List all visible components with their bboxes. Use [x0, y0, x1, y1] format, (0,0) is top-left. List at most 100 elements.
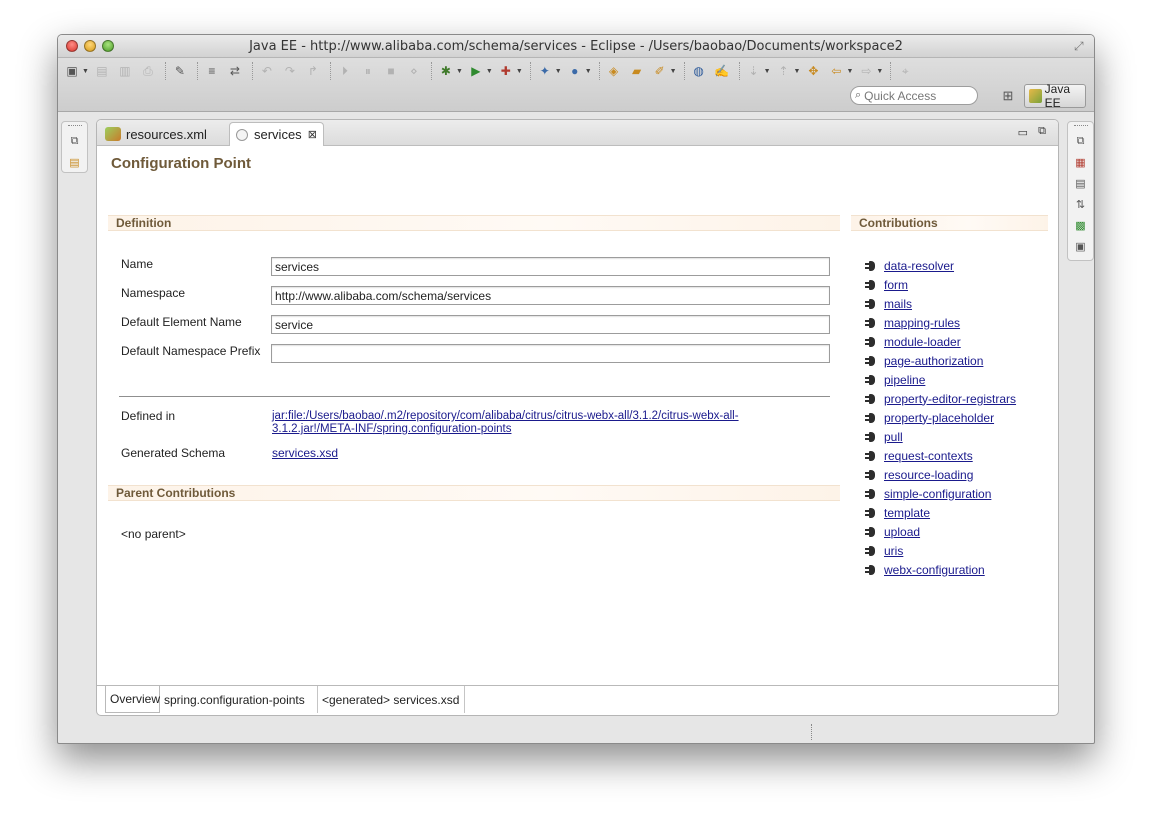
- skip-breakpoints-icon[interactable]: ✎: [170, 62, 190, 80]
- chevron-down-icon[interactable]: ▼: [670, 68, 677, 75]
- contribution-link[interactable]: module-loader: [884, 335, 961, 349]
- resume-icon[interactable]: ⏵: [335, 62, 355, 80]
- servers-icon[interactable]: ▩: [1072, 217, 1090, 233]
- contribution-link[interactable]: webx-configuration: [884, 563, 985, 577]
- contribution-link[interactable]: uris: [884, 544, 903, 558]
- outline-icon[interactable]: ▦: [1072, 154, 1090, 170]
- contribution-link[interactable]: mapping-rules: [884, 316, 960, 330]
- markers-icon[interactable]: ⇅: [1072, 196, 1090, 212]
- list-item[interactable]: template: [865, 503, 1016, 522]
- chevron-down-icon[interactable]: ▼: [585, 68, 592, 75]
- restore-icon[interactable]: ⧉: [66, 133, 84, 149]
- contribution-link[interactable]: data-resolver: [884, 259, 954, 273]
- restore-icon[interactable]: ⧉: [1072, 133, 1090, 149]
- tab-services[interactable]: services ⊠: [229, 122, 324, 146]
- properties-icon[interactable]: ▣: [1072, 238, 1090, 254]
- namespace-field[interactable]: [271, 286, 830, 305]
- debug-icon[interactable]: ✱: [436, 62, 456, 80]
- suspend-icon[interactable]: ⏸: [358, 62, 378, 80]
- perspective-java-ee-button[interactable]: Java EE: [1024, 82, 1086, 110]
- list-item[interactable]: data-resolver: [865, 256, 1016, 275]
- task-list-icon[interactable]: ▤: [1072, 175, 1090, 191]
- list-item[interactable]: request-contexts: [865, 446, 1016, 465]
- close-icon[interactable]: ⊠: [308, 128, 317, 141]
- project-explorer-icon[interactable]: ▤: [66, 154, 84, 170]
- terminate-icon[interactable]: ■: [381, 62, 401, 80]
- contribution-link[interactable]: upload: [884, 525, 920, 539]
- contribution-link[interactable]: page-authorization: [884, 354, 983, 368]
- list-item[interactable]: webx-configuration: [865, 560, 1016, 579]
- trim-grip[interactable]: [1073, 125, 1088, 128]
- contribution-link[interactable]: request-contexts: [884, 449, 973, 463]
- format-icon[interactable]: ⇄: [225, 62, 245, 80]
- contribution-link[interactable]: template: [884, 506, 930, 520]
- contribution-link[interactable]: property-editor-registrars: [884, 392, 1016, 406]
- list-item[interactable]: page-authorization: [865, 351, 1016, 370]
- previous-annotation-icon[interactable]: ⇡: [774, 62, 794, 80]
- chevron-down-icon[interactable]: ▼: [764, 68, 771, 75]
- last-edit-icon[interactable]: ✥: [803, 62, 823, 80]
- chevron-down-icon[interactable]: ▼: [876, 68, 883, 75]
- chevron-down-icon[interactable]: ▼: [456, 68, 463, 75]
- open-folder-icon[interactable]: ▰: [627, 62, 647, 80]
- pin-editor-icon[interactable]: ⌖: [895, 62, 915, 80]
- toggle-mark-icon[interactable]: ≡: [202, 62, 222, 80]
- fullscreen-icon[interactable]: ⤢: [1074, 39, 1088, 53]
- disconnect-icon[interactable]: ⋄: [404, 62, 424, 80]
- default-element-name-field[interactable]: [271, 315, 830, 334]
- chevron-down-icon[interactable]: ▼: [516, 68, 523, 75]
- contribution-link[interactable]: form: [884, 278, 908, 292]
- run-icon[interactable]: ▶: [466, 62, 486, 80]
- open-perspective-icon[interactable]: ⊞: [998, 87, 1018, 105]
- save-all-icon[interactable]: ▥: [115, 62, 135, 80]
- parent-contributions-section-header[interactable]: Parent Contributions: [108, 485, 840, 501]
- quick-access-field[interactable]: ⌕ Quick Access: [850, 86, 978, 105]
- list-item[interactable]: property-placeholder: [865, 408, 1016, 427]
- chevron-down-icon[interactable]: ▼: [794, 68, 801, 75]
- name-field[interactable]: [271, 257, 830, 276]
- redo-icon[interactable]: ↷: [280, 62, 300, 80]
- list-item[interactable]: form: [865, 275, 1016, 294]
- back-icon[interactable]: ⇦: [826, 62, 846, 80]
- globe-icon[interactable]: ◍: [689, 62, 709, 80]
- list-item[interactable]: mapping-rules: [865, 313, 1016, 332]
- defined-in-link[interactable]: jar:file:/Users/baobao/.m2/repository/co…: [272, 410, 802, 436]
- tab-generated-services-xsd[interactable]: <generated> services.xsd: [318, 686, 465, 713]
- step-icon[interactable]: ↱: [303, 62, 323, 80]
- save-icon[interactable]: ▤: [92, 62, 112, 80]
- tab-resources-xml[interactable]: resources.xml: [99, 122, 229, 146]
- default-namespace-prefix-field[interactable]: [271, 344, 830, 363]
- list-item[interactable]: upload: [865, 522, 1016, 541]
- contribution-link[interactable]: mails: [884, 297, 912, 311]
- open-type-icon[interactable]: ◈: [604, 62, 624, 80]
- contribution-link[interactable]: pull: [884, 430, 903, 444]
- new-icon[interactable]: ▣: [62, 62, 82, 80]
- contribution-link[interactable]: property-placeholder: [884, 411, 994, 425]
- chevron-down-icon[interactable]: ▼: [846, 68, 853, 75]
- contribution-link[interactable]: pipeline: [884, 373, 925, 387]
- contributions-section-header[interactable]: Contributions: [851, 215, 1048, 231]
- status-bar-grip[interactable]: [811, 724, 814, 740]
- list-item[interactable]: pull: [865, 427, 1016, 446]
- next-annotation-icon[interactable]: ⇣: [744, 62, 764, 80]
- list-item[interactable]: simple-configuration: [865, 484, 1016, 503]
- maximize-icon[interactable]: ⧉: [1038, 125, 1046, 138]
- new-class-icon[interactable]: ●: [565, 62, 585, 80]
- external-tools-icon[interactable]: ✚: [496, 62, 516, 80]
- trim-grip[interactable]: [67, 125, 82, 128]
- tab-spring-configuration-points[interactable]: spring.configuration-points: [160, 686, 318, 713]
- undo-icon[interactable]: ↶: [257, 62, 277, 80]
- chevron-down-icon[interactable]: ▼: [486, 68, 493, 75]
- list-item[interactable]: pipeline: [865, 370, 1016, 389]
- list-item[interactable]: resource-loading: [865, 465, 1016, 484]
- contribution-link[interactable]: simple-configuration: [884, 487, 991, 501]
- new-server-icon[interactable]: ✦: [535, 62, 555, 80]
- list-item[interactable]: module-loader: [865, 332, 1016, 351]
- chevron-down-icon[interactable]: ▼: [82, 68, 89, 75]
- print-icon[interactable]: ⎙: [138, 62, 158, 80]
- list-item[interactable]: property-editor-registrars: [865, 389, 1016, 408]
- chevron-down-icon[interactable]: ▼: [555, 68, 562, 75]
- forward-icon[interactable]: ⇨: [856, 62, 876, 80]
- tab-overview[interactable]: Overview: [105, 686, 160, 713]
- generated-schema-link[interactable]: services.xsd: [272, 446, 338, 460]
